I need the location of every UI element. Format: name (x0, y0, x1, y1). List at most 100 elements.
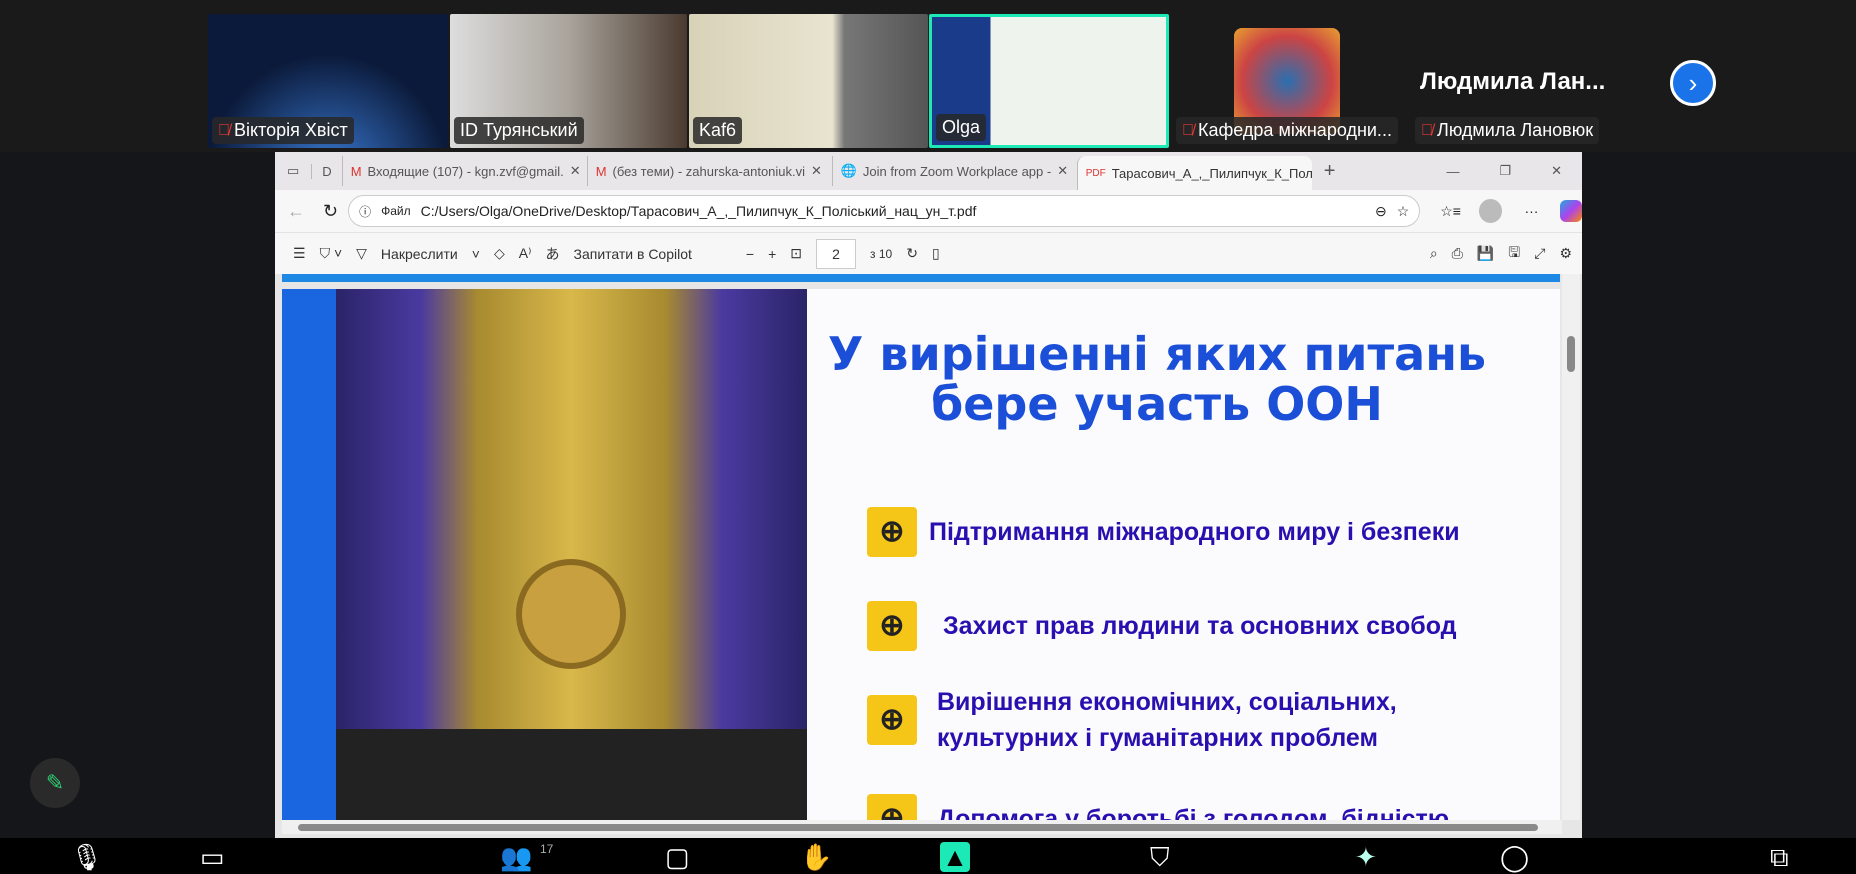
slide-bullet: ⊕ Захист прав людини та основних свобод (867, 601, 1457, 651)
gmail-icon: M (595, 163, 607, 179)
copilot-icon[interactable] (1560, 200, 1582, 222)
featured-participant-name: Людмила Лан... (1420, 68, 1606, 95)
settings-icon[interactable]: ⚙ (1559, 245, 1572, 262)
tab-actions-icon[interactable]: ▭ (275, 163, 311, 179)
globe-icon: 🌐 (840, 163, 857, 178)
participant-name: Кафедра міжнародни... (1198, 120, 1392, 140)
participant-tile[interactable]: 🎙̸ Кафедра міжнародни... (1172, 14, 1409, 148)
browser-window: ▭ D M Входящие (107) - kgn.zvf@gmail. ✕ M (… (275, 152, 1582, 838)
close-window-button[interactable]: ✕ (1531, 163, 1582, 179)
tab-pdf[interactable]: PDFТарасович_А_,_Пилипчук_К_Полі✕ (1076, 156, 1312, 190)
participant-tile[interactable]: ID Турянський (450, 14, 687, 148)
tab-label: Входящие (107) - kgn.zvf@gmail. (367, 163, 564, 179)
participant-label: 🎙̸ Людмила Лановюк (1415, 117, 1600, 144)
participant-label: Kaf6 (693, 117, 743, 144)
file-label: Файл (381, 204, 411, 218)
un-emblem-icon: ⊕ (867, 507, 917, 557)
address-bar-row: ← ↻ ⓘ Файл C:/Users/Olga/OneDrive/Desktop… (275, 190, 1582, 232)
pdf-toolbar: ☰ ⛉ ˅ ▽ Накреслити ˅ ◇ A⁾ あ Запитати в Cop… (275, 232, 1582, 274)
participant-tile[interactable]: Kaf6 (689, 14, 928, 148)
tab-zoom[interactable]: 🌐 Join from Zoom Workplace app - ✕ (831, 156, 1077, 186)
participant-name: Olga (942, 117, 981, 137)
participants-button[interactable]: 👥 (500, 842, 532, 873)
profile-avatar[interactable] (1478, 199, 1503, 223)
slide-bullet: ⊕ Вирішення економічних, соціальних, куль… (867, 684, 1487, 756)
slide-bullet: ⊕ Підтримання міжнародного миру і безпеки (867, 507, 1460, 557)
new-tab-button[interactable]: + (1312, 160, 1348, 183)
draw-icon[interactable]: ▽ (356, 245, 367, 262)
video-button[interactable]: ▭ (200, 842, 225, 873)
pdf-page: У вирішенні яких питань бере участь ООН … (282, 289, 1560, 820)
contents-icon[interactable]: ☰ (293, 245, 306, 262)
tab-label: (без теми) - zahurska-antoniuk.vi (612, 163, 806, 179)
ai-companion-button[interactable]: ✦ (1355, 842, 1377, 873)
page-number-input[interactable]: 2 (816, 238, 857, 269)
fullscreen-icon[interactable]: ⤢ (1534, 245, 1545, 262)
next-page-button[interactable]: › (1670, 60, 1716, 106)
search-icon[interactable]: ⌕ (1430, 245, 1438, 262)
restore-button[interactable]: ❐ (1479, 163, 1531, 179)
vertical-scrollbar[interactable] (1562, 274, 1580, 820)
translate-icon[interactable]: あ (546, 244, 560, 264)
participant-name: Людмила Лановюк (1437, 120, 1594, 140)
read-aloud-icon[interactable]: A⁾ (519, 245, 532, 262)
participant-label: 🎙̸ Кафедра міжнародни... (1176, 117, 1398, 144)
bullet-text: Допомога у боротьбі з голодом, бідністю, (937, 805, 1457, 820)
tab-gmail-message[interactable]: M (без теми) - zahurska-antoniuk.vi ✕ (586, 156, 832, 186)
annotate-button[interactable]: ✎ (30, 758, 80, 808)
previous-page-edge (282, 274, 1560, 282)
tab-label: Join from Zoom Workplace app - (862, 163, 1052, 179)
save-icon[interactable]: 💾 (1477, 245, 1494, 262)
scroll-thumb[interactable] (298, 824, 1538, 831)
eraser-icon[interactable]: ◇ (494, 245, 505, 262)
favorites-icon[interactable]: ☆≡ (1440, 203, 1461, 220)
minimize-button[interactable]: — (1426, 164, 1479, 179)
meeting-toolbar: 🎙 ▭ 👥 17 ▢ ✋ ▲ ⛉ ✦ ◯ ⧉ (0, 838, 1856, 874)
un-emblem-icon: ⊕ (867, 695, 917, 745)
rotate-icon[interactable]: ↻ (906, 245, 918, 262)
zoom-out-icon[interactable]: ⊖ (1375, 203, 1387, 220)
save-as-icon[interactable]: 🖫 (1508, 242, 1520, 266)
zoom-out-button[interactable]: − (746, 246, 754, 262)
participant-tile-active[interactable]: Olga (929, 14, 1169, 148)
workspace-icon[interactable]: D (311, 163, 341, 179)
horizontal-scrollbar[interactable] (282, 820, 1562, 834)
security-button[interactable]: ⛉ (1150, 842, 1170, 874)
close-icon[interactable]: ✕ (811, 163, 822, 179)
pdf-viewer: У вирішенні яких питань бере участь ООН … (275, 274, 1582, 838)
zoom-in-button[interactable]: + (768, 246, 776, 262)
un-emblem-icon: ⊕ (867, 601, 917, 651)
chevron-down-icon[interactable]: ˅ (472, 246, 480, 262)
url-text: C:/Users/Olga/OneDrive/Desktop/Тарасович… (420, 203, 977, 219)
chevron-right-icon: › (1688, 67, 1698, 98)
participant-label: 🎙̸ Вікторія Хвіст (212, 117, 354, 144)
highlight-icon[interactable]: ⛉ ˅ (320, 245, 343, 262)
participant-tile[interactable]: 🎙̸ Вікторія Хвіст (208, 14, 448, 148)
participant-label: Olga (936, 114, 987, 141)
close-icon[interactable]: ✕ (570, 163, 581, 179)
apps-button[interactable]: ⧉ (1770, 842, 1789, 874)
bullet-text: Підтримання міжнародного миру і безпеки (929, 518, 1460, 546)
reactions-button[interactable]: ✋ (800, 842, 832, 873)
more-menu-icon[interactable]: ··· (1524, 203, 1538, 219)
mute-button[interactable]: 🎙 (70, 842, 103, 873)
address-bar[interactable]: ⓘ Файл C:/Users/Olga/OneDrive/Desktop/Тар… (348, 195, 1421, 227)
tab-gmail-inbox[interactable]: M Входящие (107) - kgn.zvf@gmail. ✕ (341, 156, 587, 186)
refresh-button[interactable]: ↻ (323, 201, 338, 222)
close-icon[interactable]: ✕ (1057, 163, 1068, 179)
more-button[interactable]: ◯ (1500, 842, 1529, 873)
print-icon[interactable]: ⎙ (1452, 245, 1463, 262)
fit-page-icon[interactable]: ⊡ (790, 245, 802, 262)
favorite-star-icon[interactable]: ☆ (1397, 203, 1410, 220)
participant-name: Вікторія Хвіст (234, 120, 348, 140)
draw-button[interactable]: Накреслити (381, 246, 458, 262)
tab-bar: ▭ D M Входящие (107) - kgn.zvf@gmail. ✕ M (… (275, 152, 1582, 190)
share-screen-button[interactable]: ▲ (940, 842, 970, 872)
info-icon: ⓘ (359, 204, 372, 219)
scroll-thumb[interactable] (1567, 336, 1575, 372)
ask-copilot-button[interactable]: Запитати в Copilot (574, 246, 692, 262)
page-view-icon[interactable]: ▯ (932, 245, 940, 262)
chat-button[interactable]: ▢ (665, 842, 690, 873)
back-button[interactable]: ← (287, 201, 305, 222)
mic-muted-icon: 🎙̸ (218, 121, 230, 139)
